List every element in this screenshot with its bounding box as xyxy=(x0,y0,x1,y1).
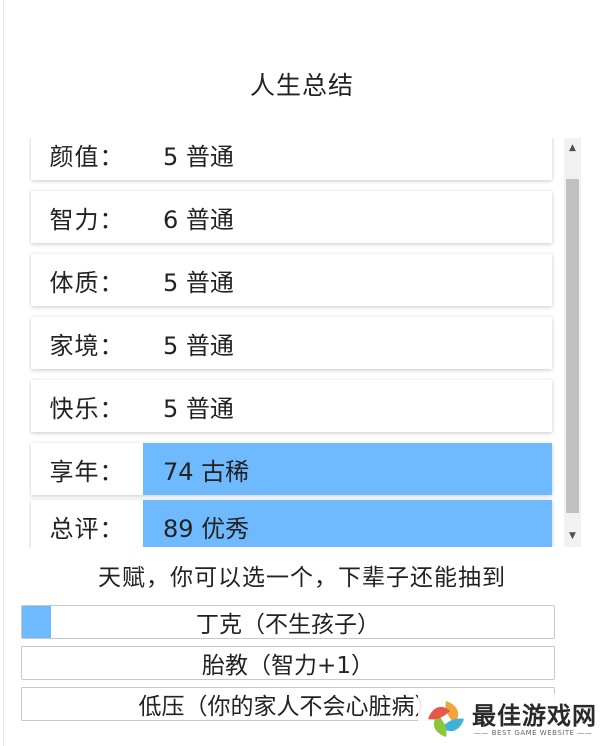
stat-row-family: 家境： 5 普通 xyxy=(31,317,552,369)
talent-option-label: 低压（你的家人不会心脏病） xyxy=(138,694,438,720)
scrollbar-thumb[interactable] xyxy=(566,179,579,513)
life-summary-screen: 人生总结 颜值： 5 普通 智力： 6 普通 体质： 5 普通 家境： 5 普通… xyxy=(0,0,610,746)
stat-label: 享年： xyxy=(49,457,125,486)
stat-value: 5 普通 xyxy=(163,142,234,171)
stat-value: 5 普通 xyxy=(163,394,234,423)
interlocked-leaf-logo-icon xyxy=(428,701,464,737)
stat-label: 智力： xyxy=(49,205,125,234)
stat-label: 体质： xyxy=(49,268,125,297)
stat-row-appearance: 颜值： 5 普通 xyxy=(31,138,552,180)
stat-row-lifespan: 享年： 74 古稀 xyxy=(31,443,552,495)
stats-scrollbar[interactable]: ▲ ▼ xyxy=(564,138,581,547)
stat-value: 5 普通 xyxy=(163,268,234,297)
page-title: 人生总结 xyxy=(249,71,354,100)
site-watermark: 最佳游戏网 —— BEST GAME WEBSITE —— xyxy=(418,694,610,744)
stat-label: 颜值： xyxy=(49,142,125,171)
stat-label: 总评： xyxy=(49,514,125,543)
talent-option-label: 胎教（智力+1） xyxy=(202,653,374,679)
stat-value-highlighted: 74 古稀 xyxy=(143,443,552,495)
stats-list[interactable]: 颜值： 5 普通 智力： 6 普通 体质： 5 普通 家境： 5 普通 快乐： … xyxy=(29,138,564,547)
talent-prompt: 天赋，你可以选一个，下辈子还能抽到 xyxy=(98,565,506,591)
stat-value: 5 普通 xyxy=(163,331,234,360)
stat-row-intelligence: 智力： 6 普通 xyxy=(31,191,552,243)
talent-option-label: 丁克（不生孩子） xyxy=(196,612,380,638)
selected-marker xyxy=(22,606,51,638)
up-arrow-icon[interactable]: ▲ xyxy=(564,140,581,157)
stat-row-happiness: 快乐： 5 普通 xyxy=(31,380,552,432)
stat-row-overall: 总评： 89 优秀 xyxy=(31,500,552,547)
talent-option-dink[interactable]: 丁克（不生孩子） xyxy=(21,605,555,639)
stat-label: 家境： xyxy=(49,331,125,360)
down-arrow-icon[interactable]: ▼ xyxy=(564,528,581,545)
watermark-name: 最佳游戏网 xyxy=(472,702,597,730)
stat-label: 快乐： xyxy=(49,394,125,423)
stat-value: 6 普通 xyxy=(163,205,234,234)
watermark-tagline: —— BEST GAME WEBSITE —— xyxy=(474,729,593,737)
divider-line xyxy=(3,0,4,746)
stat-row-constitution: 体质： 5 普通 xyxy=(31,254,552,306)
talent-option-prenatal[interactable]: 胎教（智力+1） xyxy=(21,646,555,680)
stat-value-highlighted: 89 优秀 xyxy=(143,500,552,547)
